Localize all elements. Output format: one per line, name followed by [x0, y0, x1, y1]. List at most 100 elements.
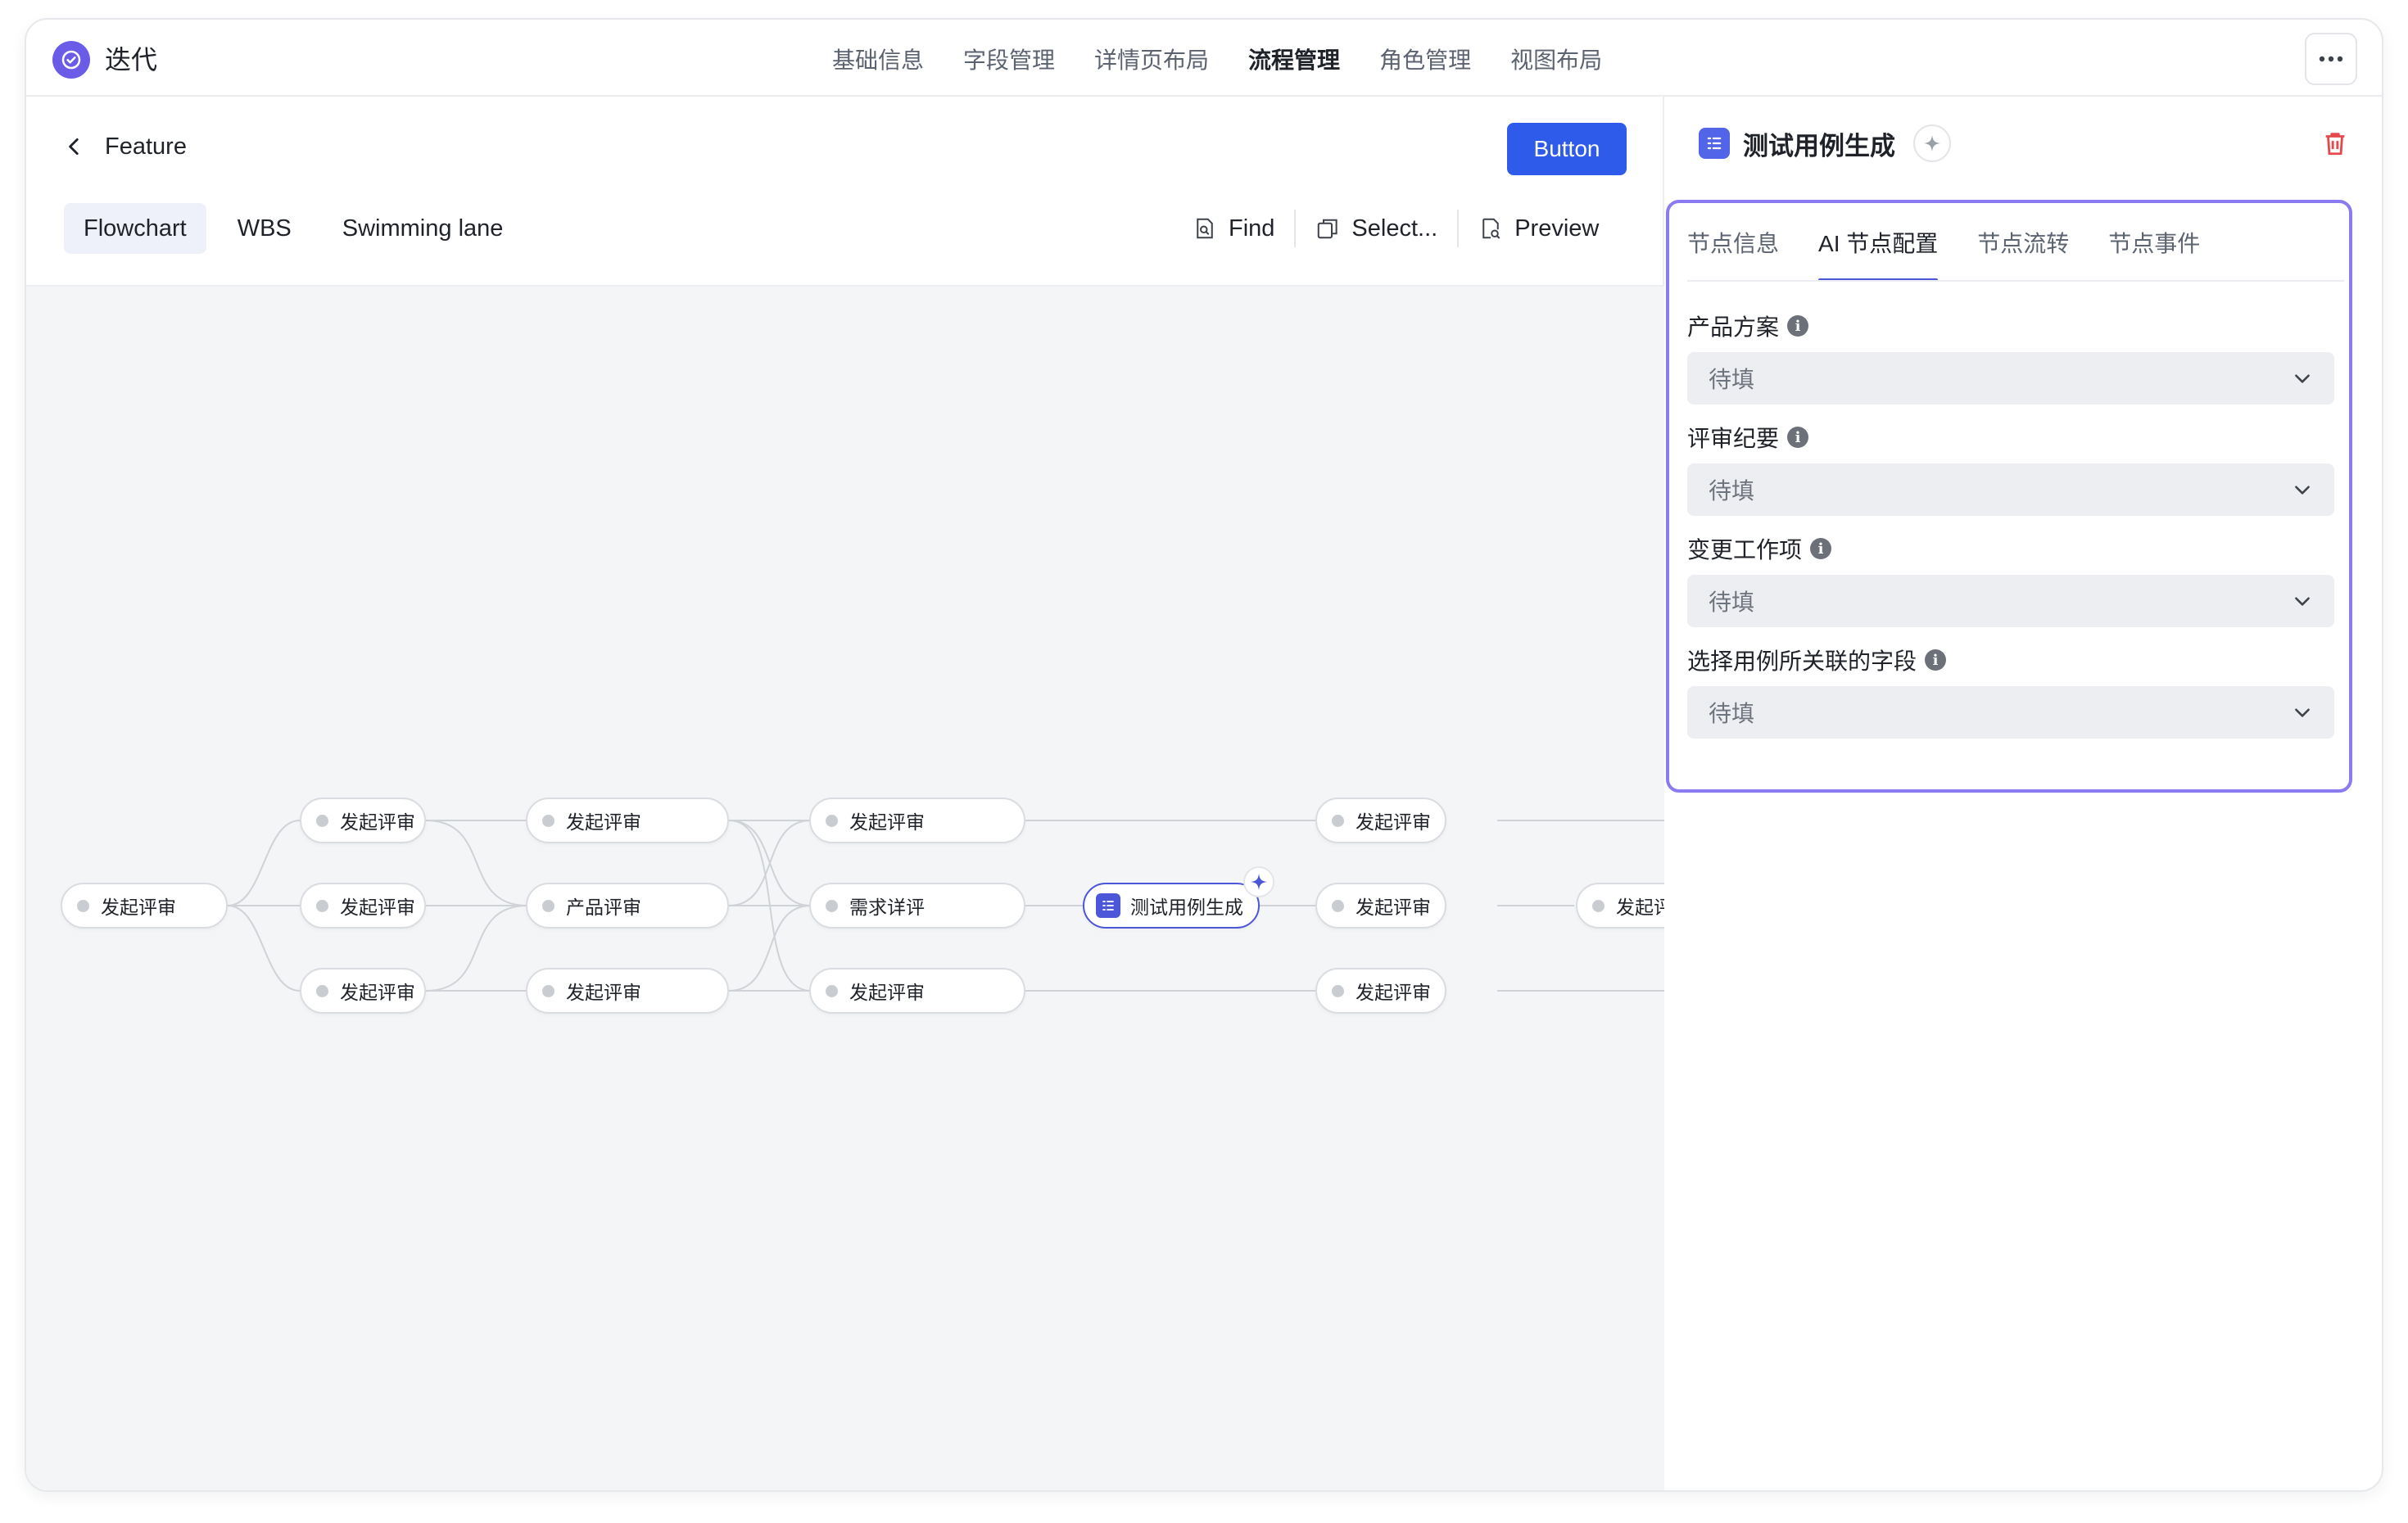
chevron-down-icon — [2295, 486, 2310, 495]
select-button[interactable]: Select... — [1296, 203, 1457, 254]
node-label: 发起评审 — [340, 897, 415, 918]
find-button[interactable]: Find — [1173, 203, 1294, 254]
product-plan-select[interactable]: 待填 — [1687, 352, 2334, 404]
status-dot — [316, 899, 328, 912]
status-dot — [1332, 899, 1344, 912]
top-bar: 迭代 基础信息 字段管理 详情页布局 流程管理 角色管理 视图布局 — [26, 20, 2382, 97]
select-placeholder: 待填 — [1709, 590, 1755, 615]
field-change-work-item: 变更工作项 i 待填 — [1687, 532, 2334, 627]
info-icon[interactable]: i — [1810, 538, 1832, 559]
find-icon — [1197, 218, 1213, 239]
flow-node[interactable]: 发起评审 — [1576, 883, 1664, 929]
status-dot — [1332, 814, 1344, 827]
preview-label: Preview — [1514, 215, 1600, 242]
status-dot — [77, 899, 89, 912]
flow-node[interactable]: 发起评审 — [300, 968, 426, 1014]
flow-node-start[interactable]: 发起评审 — [61, 883, 228, 929]
tab-wbs[interactable]: WBS — [218, 203, 311, 254]
nav-role-management[interactable]: 角色管理 — [1360, 43, 1491, 79]
flow-edge — [728, 820, 812, 906]
field-label-row: 评审纪要 i — [1687, 421, 2334, 454]
flow-node[interactable]: 发起评审 — [809, 798, 1025, 843]
tab-node-events[interactable]: 节点事件 — [2089, 215, 2220, 273]
status-dot — [826, 899, 838, 912]
tab-node-transition[interactable]: 节点流转 — [1958, 215, 2089, 273]
sparkle-icon[interactable] — [1913, 124, 1951, 162]
preview-button[interactable]: Preview — [1459, 203, 1618, 254]
sparkle-icon — [1243, 866, 1274, 897]
select-placeholder: 待填 — [1709, 367, 1755, 392]
node-label: 发起评审 — [849, 982, 925, 1003]
flow-node[interactable]: 发起评审 — [1315, 968, 1446, 1014]
flow-node[interactable]: 发起评审 — [809, 968, 1025, 1014]
primary-button[interactable]: Button — [1507, 123, 1627, 175]
back-button[interactable]: Feature — [64, 126, 187, 167]
nav-detail-layout[interactable]: 详情页布局 — [1075, 43, 1229, 79]
linked-field-select[interactable]: 待填 — [1687, 686, 2334, 739]
field-label-row: 变更工作项 i — [1687, 532, 2334, 565]
field-label: 评审纪要 — [1687, 426, 1780, 451]
status-dot — [542, 984, 554, 997]
status-dot — [542, 814, 554, 827]
flow-node[interactable]: 发起评审 — [526, 798, 729, 843]
flow-node[interactable]: 发起评审 — [1315, 883, 1446, 929]
toolbar: Find Select... Preview — [1173, 203, 1618, 254]
ai-config-box: 节点信息 AI 节点配置 节点流转 节点事件 产品方案 i 待填 评审纪要 i … — [1666, 200, 2352, 793]
field-label-row: 选择用例所关联的字段 i — [1687, 644, 2334, 676]
main-area: Feature Button Flowchart WBS Swimming la… — [26, 97, 1664, 1490]
info-icon[interactable]: i — [1787, 315, 1809, 337]
flow-node-ai-test-case[interactable]: 测试用例生成 — [1083, 883, 1260, 929]
top-nav: 基础信息 字段管理 详情页布局 流程管理 角色管理 视图布局 — [812, 43, 1622, 79]
flow-node[interactable]: 发起评审 — [300, 798, 426, 843]
tab-node-info[interactable]: 节点信息 — [1687, 215, 1799, 273]
list-icon — [1699, 128, 1730, 159]
flow-node[interactable]: 需求详评 — [809, 883, 1025, 929]
node-label: 发起评审 — [566, 982, 641, 1003]
change-work-item-select[interactable]: 待填 — [1687, 575, 2334, 627]
info-icon[interactable]: i — [1925, 649, 1947, 671]
flow-node[interactable]: 产品评审 — [526, 883, 729, 929]
tab-swimming-lane[interactable]: Swimming lane — [323, 203, 523, 254]
status-dot — [826, 814, 838, 827]
field-product-plan: 产品方案 i 待填 — [1687, 310, 2334, 404]
select-placeholder: 待填 — [1709, 478, 1755, 504]
tabs-divider — [1687, 280, 2344, 282]
field-review-minutes: 评审纪要 i 待填 — [1687, 421, 2334, 516]
chevron-down-icon — [2295, 597, 2310, 606]
tab-flowchart[interactable]: Flowchart — [64, 203, 206, 254]
field-linked-field: 选择用例所关联的字段 i 待填 — [1687, 644, 2334, 739]
status-dot — [316, 984, 328, 997]
flow-node[interactable]: 发起评审 — [300, 883, 426, 929]
node-label: 发起评审 — [849, 811, 925, 833]
nav-field-management[interactable]: 字段管理 — [944, 43, 1075, 79]
preview-icon — [1482, 218, 1500, 239]
status-dot — [1332, 984, 1344, 997]
info-icon[interactable]: i — [1787, 427, 1809, 448]
nav-view-layout[interactable]: 视图布局 — [1491, 43, 1622, 79]
tab-ai-node-config[interactable]: AI 节点配置 — [1799, 215, 1958, 282]
review-minutes-select[interactable]: 待填 — [1687, 463, 2334, 516]
back-label: Feature — [105, 133, 187, 160]
field-label: 变更工作项 — [1687, 537, 1803, 563]
node-label: 发起评审 — [101, 897, 176, 918]
flow-edge — [425, 820, 528, 906]
flow-canvas[interactable]: 发起评审 发起评审 发起评审 发起评审 发起评审 产品评审 发起评审 发起评审 — [26, 285, 1664, 1490]
node-label: 发起评审 — [1616, 897, 1664, 918]
node-label: 测试用例生成 — [1130, 897, 1243, 918]
trash-icon[interactable] — [2321, 129, 2349, 157]
panel-header: 测试用例生成 — [1699, 123, 1951, 164]
more-button[interactable] — [2305, 33, 2357, 85]
chevron-left-icon — [69, 138, 79, 156]
flow-node[interactable]: 发起评审 — [526, 968, 729, 1014]
select-label: Select... — [1351, 215, 1438, 242]
node-label: 需求详评 — [849, 897, 925, 918]
select-placeholder: 待填 — [1709, 701, 1755, 726]
list-icon — [1096, 893, 1120, 918]
field-label: 选择用例所关联的字段 — [1687, 649, 1917, 674]
flow-edge — [425, 905, 528, 992]
nav-basic-info[interactable]: 基础信息 — [812, 43, 944, 79]
select-icon — [1318, 219, 1338, 239]
flow-node[interactable]: 发起评审 — [1315, 798, 1446, 843]
nav-process-management[interactable]: 流程管理 — [1229, 43, 1360, 79]
more-icon — [2319, 56, 2343, 62]
